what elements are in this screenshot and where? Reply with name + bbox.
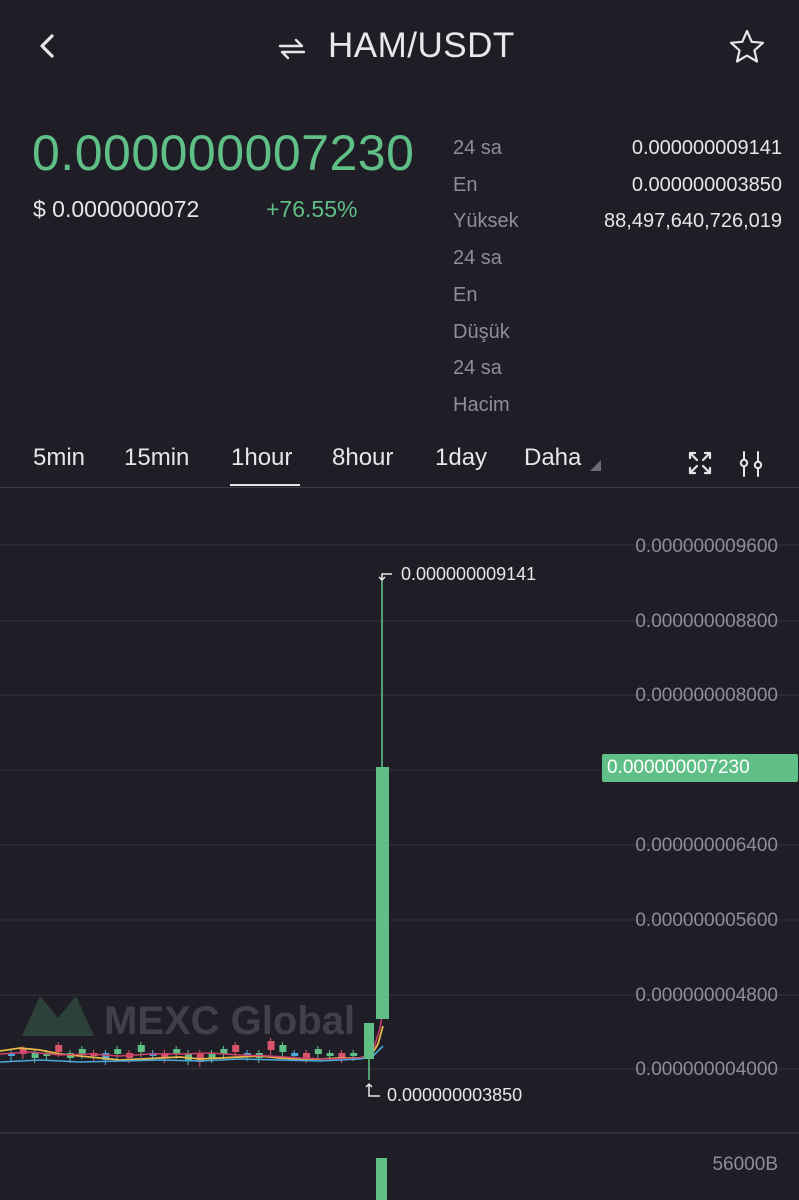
- low-marker-arrow-icon: [365, 1082, 380, 1097]
- candle-body: [78, 1049, 86, 1054]
- active-tab-underline: [230, 484, 300, 486]
- candle-body-2: [376, 767, 389, 1019]
- tab-1day[interactable]: 1day: [435, 444, 487, 472]
- interval-tabs: 5min 15min 1hour 8hour 1day Daha: [0, 440, 799, 486]
- candle-body: [350, 1053, 358, 1056]
- candle-body: [314, 1049, 322, 1054]
- candle-body: [31, 1053, 39, 1058]
- y-tick-label: 0.000000005600: [635, 910, 778, 931]
- current-price-badge: 0.000000007230: [602, 754, 798, 782]
- stat-label: 24 sa: [453, 357, 502, 380]
- last-price: 0.000000007230: [32, 125, 415, 181]
- y-tick-label: 0.000000008000: [635, 685, 778, 706]
- favorite-star-icon[interactable]: [728, 28, 766, 66]
- stats-values: 0.000000009141 0.000000003850 88,497,640…: [560, 130, 782, 240]
- change-percent: +76.55%: [266, 196, 358, 222]
- stat-label: Yüksek: [453, 210, 519, 233]
- tab-8hour[interactable]: 8hour: [332, 444, 393, 472]
- candle-body: [291, 1053, 299, 1056]
- dropdown-triangle-icon: [590, 460, 601, 471]
- stat-24h-low: 0.000000003850: [631, 173, 782, 196]
- stat-label: Hacim: [453, 393, 510, 416]
- watermark-text: MEXC Global: [104, 999, 355, 1043]
- back-arrow-icon[interactable]: [34, 28, 64, 64]
- candle-body: [114, 1049, 122, 1054]
- stat-24h-volume: 88,497,640,726,019: [604, 210, 782, 233]
- volume-max-label: 56000B: [712, 1154, 778, 1175]
- tab-15min[interactable]: 15min: [124, 444, 189, 472]
- y-tick-label: 0.000000004800: [635, 985, 778, 1006]
- stat-24h-high: 0.000000009141: [631, 137, 782, 159]
- candle-body: [267, 1041, 275, 1050]
- stat-label: 24 sa: [453, 247, 502, 270]
- y-tick-label: 0.000000008800: [635, 611, 778, 632]
- stat-label: Düşük: [453, 320, 510, 343]
- tab-more[interactable]: Daha: [524, 444, 581, 472]
- y-tick-label: 0.000000004000: [635, 1059, 778, 1080]
- current-price-label: 0.000000007230: [607, 757, 750, 778]
- candle-body: [232, 1045, 240, 1052]
- tab-5min[interactable]: 5min: [33, 444, 85, 472]
- low-marker-label: 0.000000003850: [387, 1085, 522, 1105]
- high-marker-arrow-icon: [378, 573, 392, 582]
- candlestick-chart[interactable]: 0.000000009600 0.000000008800 0.00000000…: [0, 488, 799, 1200]
- tab-1hour[interactable]: 1hour: [231, 444, 292, 472]
- volume-bar: [376, 1158, 387, 1200]
- swap-icon[interactable]: [276, 36, 308, 62]
- fullscreen-icon[interactable]: [687, 450, 713, 476]
- indicator-settings-icon[interactable]: [737, 450, 765, 478]
- high-marker-label: 0.000000009141: [401, 564, 536, 584]
- usd-price: $ 0.0000000072: [33, 196, 200, 222]
- pair-title[interactable]: HAM/USDT: [328, 26, 515, 66]
- candle-body: [326, 1053, 334, 1056]
- candle-body-1: [364, 1023, 374, 1059]
- stat-label: 24 sa: [453, 137, 502, 159]
- stats-labels: 24 sa En Yüksek 24 sa En Düşük 24 sa Hac…: [453, 130, 563, 424]
- stat-label: En: [453, 283, 478, 306]
- stat-label: En: [453, 173, 478, 196]
- candle-body: [303, 1053, 310, 1058]
- y-tick-label: 0.000000009600: [635, 536, 778, 557]
- candle-body: [55, 1045, 63, 1052]
- y-tick-label: 0.000000006400: [635, 835, 778, 856]
- mexc-watermark: MEXC Global: [22, 996, 355, 1043]
- candle-body: [279, 1045, 287, 1052]
- mexc-logo-icon: [22, 996, 94, 1036]
- candle-body: [137, 1045, 145, 1052]
